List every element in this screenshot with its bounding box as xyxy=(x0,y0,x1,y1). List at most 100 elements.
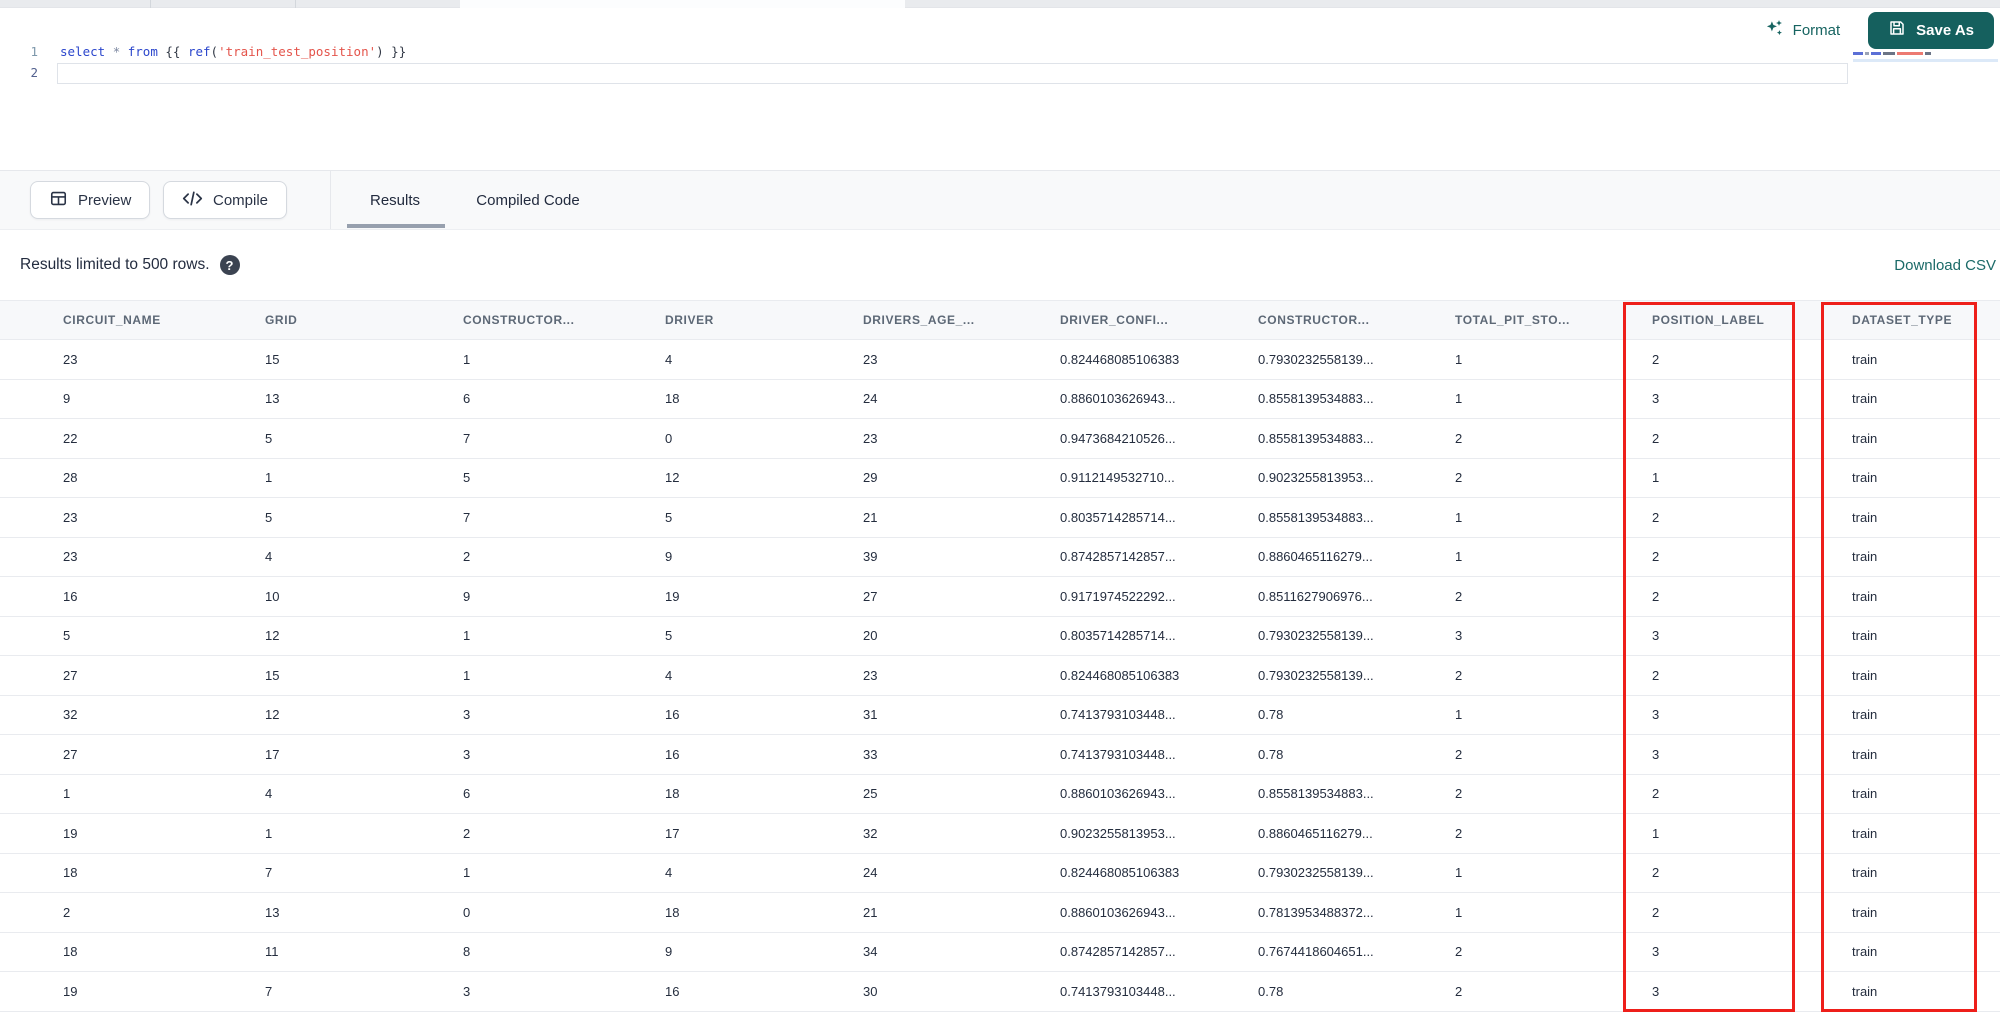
table-cell: 0.8742857142857... xyxy=(1060,549,1176,565)
results-limit-message: Results limited to 500 rows. xyxy=(20,256,210,273)
column-header: CONSTRUCTOR... xyxy=(1258,313,1370,327)
table-cell: 23 xyxy=(863,667,878,683)
tab-compiled-code[interactable]: Compiled Code xyxy=(458,171,598,229)
table-cell: 9 xyxy=(63,391,71,407)
table-cell: 0.7813953488372... xyxy=(1258,904,1374,920)
download-csv-link[interactable]: Download CSV xyxy=(1894,230,1996,300)
column-header: GRID xyxy=(265,313,298,327)
table-cell: 24 xyxy=(863,865,878,881)
table-cell: 1 xyxy=(463,865,471,881)
table-cell: 0.9171974522292... xyxy=(1060,588,1176,604)
table-cell: 0.78 xyxy=(1258,707,1284,723)
code-token: ref xyxy=(187,44,211,59)
column-header: CONSTRUCTOR... xyxy=(463,313,575,327)
table-cell: 7 xyxy=(265,983,273,999)
table-cell: 25 xyxy=(863,786,878,802)
column-header: DRIVER xyxy=(665,313,714,327)
table-cell: 15 xyxy=(265,351,280,367)
table-cell: 1 xyxy=(265,825,273,841)
minimap-code-segment xyxy=(1897,52,1923,55)
table-cell: 9 xyxy=(463,588,471,604)
table-cell: 23 xyxy=(863,430,878,446)
tab-divider xyxy=(150,0,151,8)
compile-label: Compile xyxy=(213,191,269,209)
editor-minimap[interactable] xyxy=(1853,48,1998,64)
table-cell: 8 xyxy=(463,944,471,960)
table-cell: 32 xyxy=(63,707,78,723)
table-cell: 0.7413793103448... xyxy=(1060,983,1176,999)
table-cell: 4 xyxy=(265,549,273,565)
table-grid-icon xyxy=(49,189,68,212)
code-icon xyxy=(182,189,203,212)
table-cell: 2 xyxy=(463,825,471,841)
sql-editor[interactable]: Format Save As 1 2 select * from {{ ref(… xyxy=(0,9,2000,170)
annotation-box-dataset-type xyxy=(1821,302,1977,1012)
table-cell: 17 xyxy=(665,825,680,841)
sparkles-icon xyxy=(1764,18,1784,42)
table-cell: 31 xyxy=(863,707,878,723)
compile-button[interactable]: Compile xyxy=(163,181,288,219)
table-cell: 19 xyxy=(665,588,680,604)
table-cell: 0.824468085106383 xyxy=(1060,667,1180,683)
table-cell: 1 xyxy=(63,786,71,802)
minimap-code-segment xyxy=(1883,52,1895,55)
editor-toolbar: Format Save As xyxy=(1764,11,1994,49)
table-cell: 12 xyxy=(265,707,280,723)
active-file-tab[interactable] xyxy=(460,0,905,8)
line-number-1: 1 xyxy=(30,44,38,59)
table-cell: 18 xyxy=(665,904,680,920)
table-cell: 32 xyxy=(863,825,878,841)
table-cell: 3 xyxy=(463,983,471,999)
table-cell: 5 xyxy=(265,509,273,525)
table-cell: 9 xyxy=(665,944,673,960)
code-line[interactable]: select * from {{ ref('train_test_positio… xyxy=(60,42,406,62)
column-header: DRIVERS_AGE_... xyxy=(863,313,975,327)
table-cell: 13 xyxy=(265,391,280,407)
table-cell: 0.7930232558139... xyxy=(1258,628,1374,644)
save-as-button[interactable]: Save As xyxy=(1868,11,1994,49)
table-cell: 1 xyxy=(265,470,273,486)
table-cell: 27 xyxy=(63,746,78,762)
preview-button[interactable]: Preview xyxy=(30,181,151,219)
divider xyxy=(330,171,331,229)
table-cell: 0.8035714285714... xyxy=(1060,509,1176,525)
format-button[interactable]: Format xyxy=(1764,18,1840,42)
table-cell: 16 xyxy=(63,588,78,604)
table-cell: 20 xyxy=(863,628,878,644)
table-cell: 5 xyxy=(63,628,71,644)
column-header: DRIVER_CONFI... xyxy=(1060,313,1169,327)
table-cell: 0.8742857142857... xyxy=(1060,944,1176,960)
table-cell: 0.7413793103448... xyxy=(1060,707,1176,723)
table-cell: 7 xyxy=(265,865,273,881)
code-token: select xyxy=(60,44,106,59)
table-cell: 4 xyxy=(665,865,673,881)
tab-results[interactable]: Results xyxy=(345,171,445,229)
code-token: ) xyxy=(376,44,384,59)
table-cell: 12 xyxy=(265,628,280,644)
table-cell: 0.8558139534883... xyxy=(1258,509,1374,525)
minimap-code-segment xyxy=(1853,52,1863,55)
table-cell: 3 xyxy=(463,707,471,723)
table-cell: 2 xyxy=(63,904,71,920)
table-cell: 3 xyxy=(463,746,471,762)
table-cell: 2 xyxy=(463,549,471,565)
minimap-code-segment xyxy=(1925,52,1931,55)
table-cell: 21 xyxy=(863,904,878,920)
editor-active-line[interactable] xyxy=(57,63,1848,84)
table-cell: 27 xyxy=(863,588,878,604)
column-header: CIRCUIT_NAME xyxy=(63,313,161,327)
table-cell: 4 xyxy=(665,351,673,367)
table-cell: 10 xyxy=(265,588,280,604)
help-icon[interactable]: ? xyxy=(219,255,240,275)
table-cell: 0.7413793103448... xyxy=(1060,746,1176,762)
annotation-box-position-label xyxy=(1623,302,1795,1012)
table-cell: 16 xyxy=(665,746,680,762)
table-cell: 29 xyxy=(863,470,878,486)
table-cell: 0.824468085106383 xyxy=(1060,351,1180,367)
table-cell: 1 xyxy=(463,667,471,683)
table-cell: 0.9023255813953... xyxy=(1060,825,1176,841)
table-cell: 7 xyxy=(463,509,471,525)
table-cell: 0.824468085106383 xyxy=(1060,865,1180,881)
